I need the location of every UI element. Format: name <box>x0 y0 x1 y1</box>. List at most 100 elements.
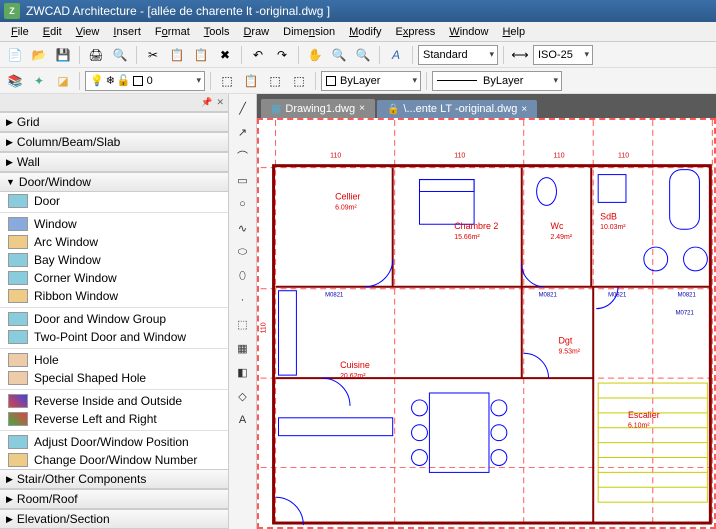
redo-button[interactable]: ↷ <box>271 44 293 66</box>
tab-original[interactable]: 🔒 \...ente LT -original.dwg × <box>377 100 537 118</box>
svg-text:M0821: M0821 <box>325 293 344 299</box>
svg-text:110: 110 <box>454 153 465 160</box>
svg-text:Escalier: Escalier <box>628 410 660 420</box>
ellipse-arc-tool[interactable]: ⬯ <box>232 266 254 286</box>
palette-close-icon[interactable]: ✕ <box>216 97 224 108</box>
menu-express[interactable]: Express <box>389 24 443 40</box>
palette-section-cbs[interactable]: ▶Column/Beam/Slab <box>0 132 228 152</box>
menu-format[interactable]: Format <box>148 24 197 40</box>
text-style-select[interactable]: Standard <box>418 45 498 65</box>
dwg-icon: ▦ <box>271 102 281 115</box>
region-tool[interactable]: ◇ <box>232 386 254 406</box>
block-tool[interactable]: ⬚ <box>232 314 254 334</box>
svg-text:110: 110 <box>261 322 268 333</box>
app-icon: Z <box>4 3 20 19</box>
hatch-tool[interactable]: ▦ <box>232 338 254 358</box>
palette-section-roomroof[interactable]: ▶Room/Roof <box>0 489 228 509</box>
palette-item-corner-window[interactable]: Corner Window <box>0 269 228 287</box>
svg-text:M0821: M0821 <box>608 293 627 299</box>
palette-pin-icon[interactable]: 📌 <box>201 97 212 108</box>
menu-draw[interactable]: Draw <box>236 24 276 40</box>
palette-item-special-hole[interactable]: Special Shaped Hole <box>0 369 228 387</box>
layer-mgr-button[interactable]: 📚 <box>4 70 26 92</box>
palette-item-arc-window[interactable]: Arc Window <box>0 233 228 251</box>
arc-tool[interactable]: ⌒ <box>232 146 254 166</box>
menu-edit[interactable]: Edit <box>36 24 69 40</box>
palette-section-wall[interactable]: ▶Wall <box>0 152 228 172</box>
palette-section-elev[interactable]: ▶Elevation/Section <box>0 509 228 529</box>
drawing-canvas[interactable]: 110 110 110 110 110 M0821 M0821 M0821 M0… <box>257 118 716 529</box>
menu-window[interactable]: Window <box>442 24 495 40</box>
linetype-select[interactable]: ByLayer <box>432 71 562 91</box>
text-tool[interactable]: A <box>232 410 254 430</box>
close-icon[interactable]: × <box>521 104 527 115</box>
copy-button[interactable]: 📋 <box>166 44 188 66</box>
cut-button[interactable]: ✂ <box>142 44 164 66</box>
svg-text:6.10m²: 6.10m² <box>628 423 650 430</box>
undo-button[interactable]: ↶ <box>247 44 269 66</box>
line-tool[interactable]: ╱ <box>232 98 254 118</box>
palette-item-ribbon-window[interactable]: Ribbon Window <box>0 287 228 305</box>
print-button[interactable]: 🖨 <box>85 44 107 66</box>
menu-help[interactable]: Help <box>495 24 532 40</box>
svg-text:110: 110 <box>554 153 565 160</box>
palette-section-stair[interactable]: ▶Stair/Other Components <box>0 469 228 489</box>
palette-item-hole[interactable]: Hole <box>0 351 228 369</box>
point-tool[interactable]: · <box>232 290 254 310</box>
text-style-button[interactable]: A <box>385 44 407 66</box>
palette-item-window[interactable]: Window <box>0 215 228 233</box>
paste-button[interactable]: 📋 <box>190 44 212 66</box>
palette-item-adjust-dw[interactable]: Adjust Door/Window Position <box>0 433 228 451</box>
dim-style-select[interactable]: ISO-25 <box>533 45 593 65</box>
plot-preview-button[interactable]: 🔍 <box>109 44 131 66</box>
zoom-prev-button[interactable]: 🔍 <box>352 44 374 66</box>
layer-merge-button[interactable]: ⬚ <box>288 70 310 92</box>
palette-item-reverse-io[interactable]: Reverse Inside and Outside <box>0 392 228 410</box>
layer-tool-button[interactable]: ✦ <box>28 70 50 92</box>
ellipse-tool[interactable]: ⬭ <box>232 242 254 262</box>
zoom-button[interactable]: 🔍 <box>328 44 350 66</box>
dim-style-button[interactable]: ⟷ <box>509 44 531 66</box>
gradient-tool[interactable]: ◧ <box>232 362 254 382</box>
palette-item-reverse-lr[interactable]: Reverse Left and Right <box>0 410 228 428</box>
layer-match-button[interactable]: ⬚ <box>264 70 286 92</box>
color-select[interactable]: ByLayer <box>321 71 421 91</box>
new-button[interactable]: 📄 <box>4 44 26 66</box>
svg-text:SdB: SdB <box>600 211 617 221</box>
palette-item-door[interactable]: Door <box>0 192 228 210</box>
rect-tool[interactable]: ▭ <box>232 170 254 190</box>
layer-prev-button[interactable]: ⬚ <box>216 70 238 92</box>
draw-toolbar: ╱ ↗ ⌒ ▭ ○ ∿ ⬭ ⬯ · ⬚ ▦ ◧ ◇ A <box>229 94 257 529</box>
pan-button[interactable]: ✋ <box>304 44 326 66</box>
svg-text:9.53m²: 9.53m² <box>558 348 580 355</box>
layer-iso-button[interactable]: ◪ <box>52 70 74 92</box>
pline-tool[interactable]: ↗ <box>232 122 254 142</box>
menubar: File Edit View Insert Format Tools Draw … <box>0 22 716 42</box>
svg-text:110: 110 <box>330 153 341 160</box>
menu-view[interactable]: View <box>69 24 107 40</box>
menu-insert[interactable]: Insert <box>106 24 148 40</box>
svg-text:Wc: Wc <box>551 221 564 231</box>
menu-dimension[interactable]: Dimension <box>276 24 342 40</box>
layer-select[interactable]: 💡❄🔓 0 <box>85 71 205 91</box>
menu-file[interactable]: File <box>4 24 36 40</box>
palette-section-grid[interactable]: ▶Grid <box>0 112 228 132</box>
svg-text:M0821: M0821 <box>678 293 697 299</box>
palette-item-dw-group[interactable]: Door and Window Group <box>0 310 228 328</box>
palette-header: 📌 ✕ <box>0 94 228 112</box>
svg-text:M0721: M0721 <box>676 311 695 317</box>
open-button[interactable]: 📂 <box>28 44 50 66</box>
palette-section-doorwin[interactable]: ▼Door/Window <box>0 172 228 192</box>
menu-modify[interactable]: Modify <box>342 24 388 40</box>
close-icon[interactable]: × <box>359 103 365 114</box>
palette-item-change-dw-num[interactable]: Change Door/Window Number <box>0 451 228 469</box>
palette-item-two-point-dw[interactable]: Two-Point Door and Window <box>0 328 228 346</box>
spline-tool[interactable]: ∿ <box>232 218 254 238</box>
tab-drawing1[interactable]: ▦ Drawing1.dwg × <box>261 99 375 118</box>
palette-item-bay-window[interactable]: Bay Window <box>0 251 228 269</box>
menu-tools[interactable]: Tools <box>197 24 237 40</box>
save-button[interactable]: 💾 <box>52 44 74 66</box>
circle-tool[interactable]: ○ <box>232 194 254 214</box>
match-button[interactable]: ✖ <box>214 44 236 66</box>
layer-states-button[interactable]: 📋 <box>240 70 262 92</box>
